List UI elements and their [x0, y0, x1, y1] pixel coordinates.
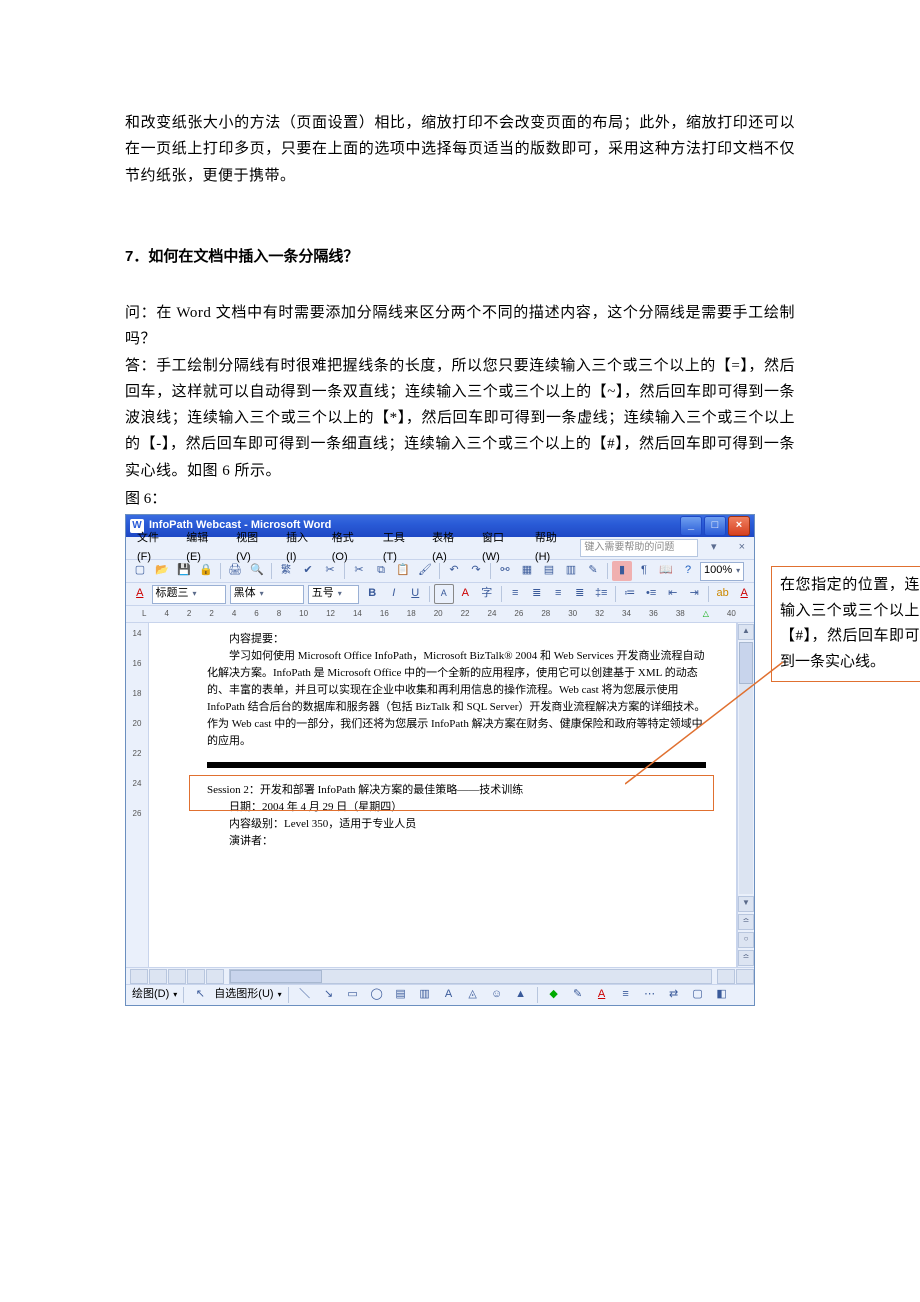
menubar: 文件(F) 编辑(E) 视图(V) 插入(I) 格式(O) 工具(T) 表格(A… [126, 537, 754, 560]
figure-label: 图 6： [125, 486, 795, 512]
doc-speaker-line: 演讲者： [207, 833, 706, 850]
zoom-combo[interactable]: 100%▾ [700, 562, 744, 581]
minimize-button[interactable]: _ [680, 516, 702, 536]
inc-indent-icon[interactable]: ⇥ [684, 584, 704, 604]
dec-indent-icon[interactable]: ⇤ [663, 584, 683, 604]
oval-icon[interactable]: ◯ [367, 985, 387, 1005]
style-combo[interactable]: 标题三▾ [152, 585, 226, 604]
maximize-button[interactable]: □ [704, 516, 726, 536]
view-buttons-bar [126, 967, 754, 984]
doc-close-button[interactable]: × [734, 537, 750, 558]
answer-paragraph: 答：手工绘制分隔线有时很难把握线条的长度，所以您只要连续输入三个或三个以上的【=… [125, 353, 795, 484]
font-color-draw-icon[interactable]: A [592, 985, 612, 1005]
bullets-icon[interactable]: •≡ [641, 584, 661, 604]
reading-icon[interactable]: 📖 [656, 561, 676, 581]
dropdown-icon[interactable]: ▾ [706, 537, 722, 558]
docmap-icon[interactable]: ▮ [612, 561, 632, 581]
scroll-left-icon[interactable] [717, 969, 735, 984]
normal-view-icon[interactable] [130, 969, 148, 984]
italic-icon[interactable]: I [384, 584, 404, 604]
menu-edit[interactable]: 编辑(E) [181, 528, 227, 569]
font-combo[interactable]: 黑体▾ [230, 585, 304, 604]
doc-date-line: 日期：2004 年 4 月 29 日（星期四） [207, 799, 706, 816]
reading-view-icon[interactable] [206, 969, 224, 984]
menu-table[interactable]: 表格(A) [427, 528, 473, 569]
3d-icon[interactable]: ◧ [712, 985, 732, 1005]
close-button[interactable]: × [728, 516, 750, 536]
menu-file[interactable]: 文件(F) [132, 528, 177, 569]
question-paragraph: 问：在 Word 文档中有时需要添加分隔线来区分两个不同的描述内容，这个分隔线是… [125, 300, 795, 353]
menu-insert[interactable]: 插入(I) [281, 528, 323, 569]
section-heading: 7．如何在文档中插入一条分隔线？ [125, 244, 795, 270]
shadow-icon[interactable]: ▢ [688, 985, 708, 1005]
font-color-icon[interactable]: A [734, 584, 754, 604]
printlayout-view-icon[interactable] [168, 969, 186, 984]
help-icon[interactable]: ? [678, 561, 698, 581]
styles-pane-icon[interactable]: A [130, 584, 150, 604]
align-left-icon[interactable]: ≡ [505, 584, 525, 604]
draw-menu[interactable]: 绘图(D) [132, 985, 169, 1004]
formatting-toolbar: A 标题三▾ 黑体▾ 五号▾ B I U A A 字 ≡ ≣ ≡ ≣ ‡≡ ≔ … [126, 583, 754, 606]
menu-format[interactable]: 格式(O) [327, 528, 374, 569]
fontsize-combo[interactable]: 五号▾ [308, 585, 359, 604]
menu-tools[interactable]: 工具(T) [378, 528, 423, 569]
clipart-icon[interactable]: ☺ [487, 985, 507, 1005]
line-color-icon[interactable]: ✎ [568, 985, 588, 1005]
numbering-icon[interactable]: ≔ [620, 584, 640, 604]
ruler-vertical[interactable]: 1416 1820 2224 26 [126, 623, 149, 967]
rect-icon[interactable]: ▭ [343, 985, 363, 1005]
line-icon[interactable]: ＼ [295, 985, 315, 1005]
char-shading-icon[interactable]: A [456, 584, 476, 604]
doc-level-line: 内容级别：Level 350，适用于专业人员 [207, 816, 706, 833]
scroll-down-icon[interactable]: ▼ [738, 896, 754, 912]
next-page-icon[interactable]: ≏ [738, 950, 754, 966]
menu-window[interactable]: 窗口(W) [477, 528, 526, 569]
autoshapes-menu[interactable]: 自选图形(U) [214, 985, 273, 1004]
horizontal-scrollbar[interactable] [229, 969, 712, 984]
arrow-style-icon[interactable]: ⇄ [664, 985, 684, 1005]
char-border-icon[interactable]: A [434, 584, 454, 604]
wordart-icon[interactable]: A [439, 985, 459, 1005]
browse-object-icon[interactable]: ○ [738, 932, 754, 948]
weblayout-view-icon[interactable] [149, 969, 167, 984]
arrow-icon[interactable]: ↘ [319, 985, 339, 1005]
align-right-icon[interactable]: ≡ [548, 584, 568, 604]
drawing-icon[interactable]: ✎ [583, 561, 603, 581]
char-scaling-icon[interactable]: 字 [477, 584, 497, 604]
line-style-icon[interactable]: ≡ [616, 985, 636, 1005]
diagram-icon[interactable]: ◬ [463, 985, 483, 1005]
callout-leader-line [625, 654, 795, 794]
intro-paragraph: 和改变纸张大小的方法（页面设置）相比，缩放打印不会改变页面的布局；此外，缩放打印… [125, 110, 795, 189]
prev-page-icon[interactable]: ≏ [738, 914, 754, 930]
outline-view-icon[interactable] [187, 969, 205, 984]
highlight-icon[interactable]: ab [713, 584, 733, 604]
textbox-icon[interactable]: ▤ [391, 985, 411, 1005]
menu-help[interactable]: 帮助(H) [530, 528, 576, 569]
underline-icon[interactable]: U [406, 584, 426, 604]
show-marks-icon[interactable]: ¶ [634, 561, 654, 581]
ruler-horizontal[interactable]: L 42 24 68 1012 1416 1820 2224 2628 3032… [126, 606, 754, 623]
vtextbox-icon[interactable]: ▥ [415, 985, 435, 1005]
scroll-right-icon[interactable] [736, 969, 754, 984]
picture-icon[interactable]: ▲ [511, 985, 531, 1005]
help-search-input[interactable]: 键入需要帮助的问题 [580, 539, 698, 557]
dash-style-icon[interactable]: ⋯ [640, 985, 660, 1005]
scroll-up-icon[interactable]: ▲ [738, 624, 754, 640]
select-objects-icon[interactable]: ↖ [190, 985, 210, 1005]
align-justify-icon[interactable]: ≣ [570, 584, 590, 604]
bold-icon[interactable]: B [363, 584, 383, 604]
drawing-toolbar: 绘图(D)▾ ↖ 自选图形(U)▾ ＼ ↘ ▭ ◯ ▤ ▥ A ◬ ☺ ▲ ◆ … [126, 984, 754, 1005]
line-spacing-icon[interactable]: ‡≡ [591, 584, 611, 604]
align-center-icon[interactable]: ≣ [527, 584, 547, 604]
fill-color-icon[interactable]: ◆ [544, 985, 564, 1005]
doc-heading-text: 内容提要： [207, 631, 706, 648]
menu-view[interactable]: 视图(V) [231, 528, 277, 569]
